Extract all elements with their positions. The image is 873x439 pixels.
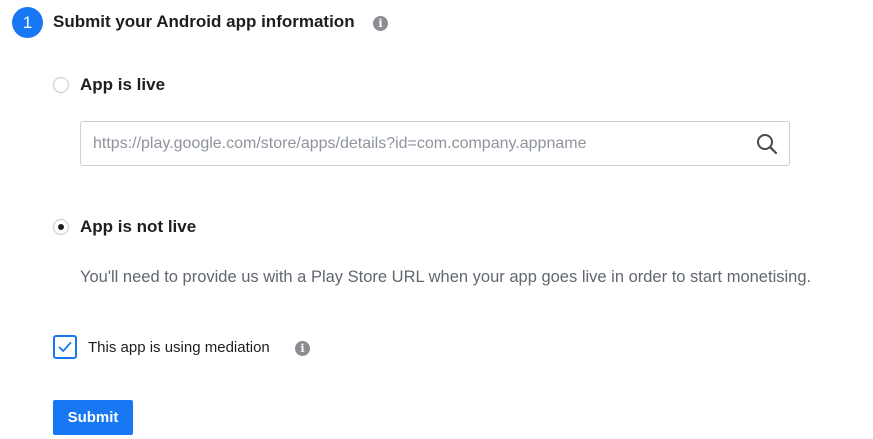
mediation-label[interactable]: This app is using mediation xyxy=(88,338,270,358)
app-not-live-radio[interactable] xyxy=(53,219,69,235)
info-icon[interactable]: i xyxy=(295,341,310,356)
app-not-live-label[interactable]: App is not live xyxy=(80,216,196,238)
submit-button[interactable]: Submit xyxy=(53,400,133,435)
step-title: Submit your Android app information xyxy=(53,12,355,31)
search-icon[interactable] xyxy=(755,132,779,156)
mediation-checkbox[interactable] xyxy=(53,335,77,359)
checkmark-icon xyxy=(58,341,72,352)
play-store-url-input[interactable] xyxy=(82,123,742,164)
app-live-radio[interactable] xyxy=(53,77,69,93)
step-number-badge: 1 xyxy=(12,7,43,38)
app-live-label[interactable]: App is live xyxy=(80,74,165,96)
play-store-url-field[interactable] xyxy=(80,121,790,166)
info-icon[interactable]: i xyxy=(373,16,388,31)
helper-text: You'll need to provide us with a Play St… xyxy=(80,268,812,286)
